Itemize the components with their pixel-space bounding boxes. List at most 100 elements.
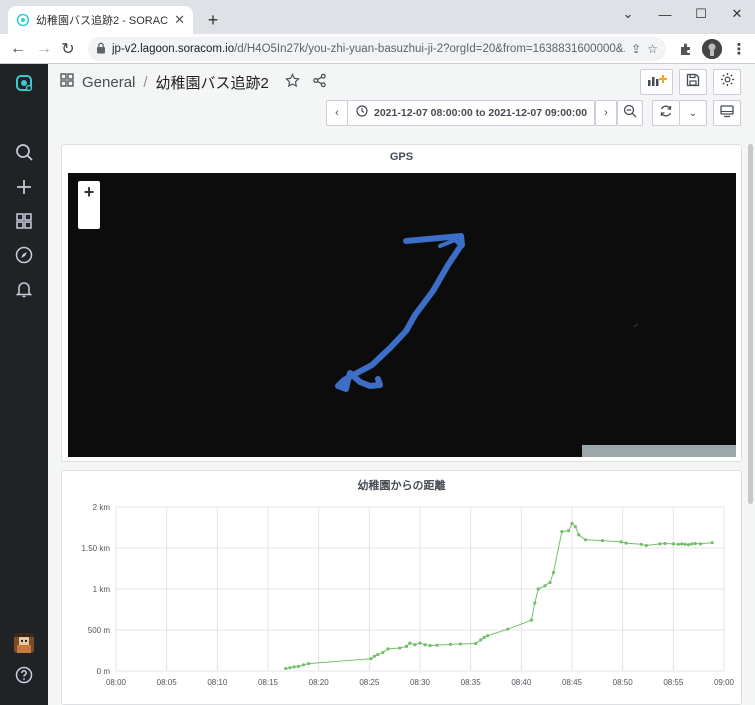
dashboards-grid-icon <box>60 73 74 91</box>
zoom-out-icon <box>623 104 637 123</box>
map-attribution <box>582 445 736 457</box>
data-point <box>506 627 510 631</box>
bell-icon[interactable] <box>13 278 35 300</box>
data-point <box>658 542 662 546</box>
plus-icon[interactable] <box>13 176 35 198</box>
help-icon[interactable] <box>13 664 35 686</box>
forward-icon[interactable]: → <box>32 37 56 61</box>
page-scrollbar[interactable] <box>748 144 753 504</box>
chevron-left-icon: ‹ <box>335 107 339 119</box>
save-icon <box>686 73 700 92</box>
refresh-interval-dropdown[interactable]: ⌄ <box>679 100 707 126</box>
data-point <box>680 542 684 546</box>
data-point <box>435 643 439 647</box>
close-window-icon[interactable]: ✕ <box>719 0 755 28</box>
data-point <box>639 542 643 546</box>
time-range-picker[interactable]: 2021-12-07 08:00:00 to 2021-12-07 09:00:… <box>347 100 601 126</box>
data-point <box>482 635 486 639</box>
data-point <box>533 601 537 605</box>
share-page-icon[interactable]: ⇪ <box>631 42 641 56</box>
tv-mode-button[interactable] <box>713 100 741 126</box>
folder-link[interactable]: General <box>82 74 135 91</box>
maximize-icon[interactable]: ☐ <box>683 0 719 28</box>
back-icon[interactable]: ← <box>6 37 30 61</box>
explore-icon[interactable] <box>13 244 35 266</box>
add-panel-button[interactable] <box>640 69 673 95</box>
series-points <box>284 521 714 671</box>
data-point <box>372 654 376 658</box>
data-point <box>710 541 714 545</box>
data-point <box>288 666 292 670</box>
y-tick-label: 0 m <box>97 667 111 676</box>
x-tick-label: 08:15 <box>258 678 279 687</box>
data-point <box>683 542 687 546</box>
x-tick-label: 08:40 <box>511 678 532 687</box>
data-point <box>386 647 390 651</box>
address-bar[interactable]: jp-v2.lagoon.soracom.io/d/H4O5In27k/you-… <box>88 37 666 61</box>
profile-avatar[interactable] <box>702 39 722 59</box>
data-point <box>676 542 681 546</box>
soracom-favicon-icon <box>16 13 30 27</box>
time-shift-back-button[interactable]: ‹ <box>326 100 348 126</box>
minimize-icon[interactable]: — <box>647 0 683 28</box>
time-shift-forward-button[interactable]: › <box>595 100 617 126</box>
zoom-in-button[interactable]: + <box>78 181 100 229</box>
data-point <box>418 641 422 645</box>
search-icon[interactable] <box>13 141 35 163</box>
data-point <box>567 529 571 533</box>
clock-icon <box>356 104 368 122</box>
bookmark-star-icon[interactable]: ☆ <box>647 42 658 56</box>
data-point <box>369 657 373 661</box>
data-point <box>619 540 623 544</box>
x-tick-label: 08:55 <box>663 678 684 687</box>
data-point <box>693 541 697 546</box>
add-panel-icon <box>647 73 667 92</box>
browser-menu-icon[interactable]: ⋮ <box>729 39 749 59</box>
data-point <box>686 543 691 547</box>
zoom-in-label: + <box>83 182 95 202</box>
dashboard-content: General / 幼稚園バス追跡2 ‹ 2021-12-07 08:00:00… <box>48 64 755 705</box>
data-point <box>479 638 483 642</box>
data-point <box>292 665 296 669</box>
new-tab-icon[interactable]: + <box>201 8 225 32</box>
save-button[interactable] <box>679 69 707 95</box>
side-menu <box>0 64 48 705</box>
dashboards-icon[interactable] <box>13 210 35 232</box>
breadcrumb: General / 幼稚園バス追跡2 <box>60 72 327 92</box>
data-point <box>408 641 412 645</box>
settings-button[interactable] <box>713 69 741 95</box>
data-point <box>485 634 490 638</box>
browser-toolbar: ← → ↻ jp-v2.lagoon.soracom.io/d/H4O5In27… <box>0 34 755 64</box>
distance-chart[interactable]: 0 m500 m1 km1.50 km2 km 08:00 08:05 08:10 0… <box>62 471 743 705</box>
page-title[interactable]: 幼稚園バス追跡2 <box>156 72 269 93</box>
zoom-out-button[interactable] <box>617 100 643 126</box>
gps-map[interactable]: + <box>68 173 736 457</box>
data-point <box>536 587 540 591</box>
data-point <box>577 533 581 537</box>
data-point <box>690 542 694 546</box>
data-point <box>560 530 564 534</box>
tab-search-icon[interactable]: ⌄ <box>610 0 646 28</box>
user-avatar[interactable] <box>14 633 34 653</box>
data-point <box>398 646 402 650</box>
star-icon[interactable] <box>285 72 300 92</box>
data-point <box>573 525 577 529</box>
extensions-icon[interactable] <box>676 39 696 59</box>
tab-close-icon[interactable]: ✕ <box>174 12 185 28</box>
gear-icon <box>720 72 735 92</box>
browser-tab[interactable]: 幼稚園バス追跡2 - SORACOM Lagoon ✕ <box>8 6 193 34</box>
data-point <box>529 618 534 622</box>
tab-title: 幼稚園バス追跡2 - SORACOM Lagoon <box>36 15 169 27</box>
refresh-button[interactable] <box>652 100 680 126</box>
reload-icon[interactable]: ↻ <box>56 37 80 61</box>
refresh-icon <box>659 104 673 123</box>
data-point <box>474 641 478 646</box>
distance-panel: 幼稚園からの距離 0 m 500 m1 km 1.50 km 2 km 08:00 08… <box>61 470 742 705</box>
share-icon[interactable] <box>312 73 327 92</box>
url-host: jp-v2.lagoon.soracom.io <box>112 43 235 55</box>
logo-icon[interactable] <box>13 72 35 94</box>
data-point <box>570 521 574 525</box>
x-tick-label: 08:25 <box>359 678 380 687</box>
tv-icon <box>720 104 734 123</box>
gps-panel-title[interactable]: GPS <box>62 151 741 163</box>
